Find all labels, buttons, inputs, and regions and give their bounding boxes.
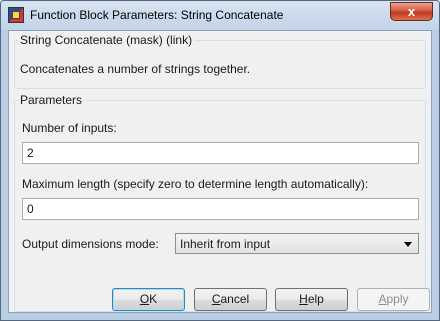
cancel-label-rest: ancel xyxy=(220,292,250,306)
output-dims-selected: Inherit from input xyxy=(180,237,271,251)
max-length-field[interactable]: 0 xyxy=(22,198,419,220)
dropdown-arrow-icon[interactable] xyxy=(404,242,412,247)
apply-mnemonic: A xyxy=(378,292,387,306)
output-dims-label: Output dimensions mode: xyxy=(22,237,159,251)
help-mnemonic: H xyxy=(299,292,308,306)
apply-button[interactable]: Apply xyxy=(357,288,430,311)
max-length-label: Maximum length (specify zero to determin… xyxy=(22,177,369,191)
help-label-rest: elp xyxy=(307,292,324,306)
description-text: Concatenates a number of strings togethe… xyxy=(20,62,251,76)
help-button[interactable]: Help xyxy=(275,288,348,311)
description-group-title: String Concatenate (mask) (link) xyxy=(18,33,195,47)
dialog-body: String Concatenate (mask) (link) Concate… xyxy=(8,30,432,313)
simulink-block-icon xyxy=(8,7,24,23)
output-dims-select[interactable]: Inherit from input xyxy=(175,233,419,254)
num-inputs-label: Number of inputs: xyxy=(22,121,117,135)
ok-button[interactable]: OK xyxy=(112,288,185,311)
title-bar[interactable]: Function Block Parameters: String Concat… xyxy=(1,1,439,30)
ok-label-rest: K xyxy=(149,292,158,306)
window-title: Function Block Parameters: String Concat… xyxy=(30,8,284,22)
dialog-window: Function Block Parameters: String Concat… xyxy=(0,0,440,321)
close-button[interactable]: x xyxy=(390,2,433,21)
ok-mnemonic: O xyxy=(139,292,150,306)
parameters-group-title: Parameters xyxy=(18,93,85,107)
cancel-button[interactable]: Cancel xyxy=(194,288,267,311)
apply-label-rest: pply xyxy=(386,292,409,306)
num-inputs-field[interactable]: 2 xyxy=(22,142,419,164)
